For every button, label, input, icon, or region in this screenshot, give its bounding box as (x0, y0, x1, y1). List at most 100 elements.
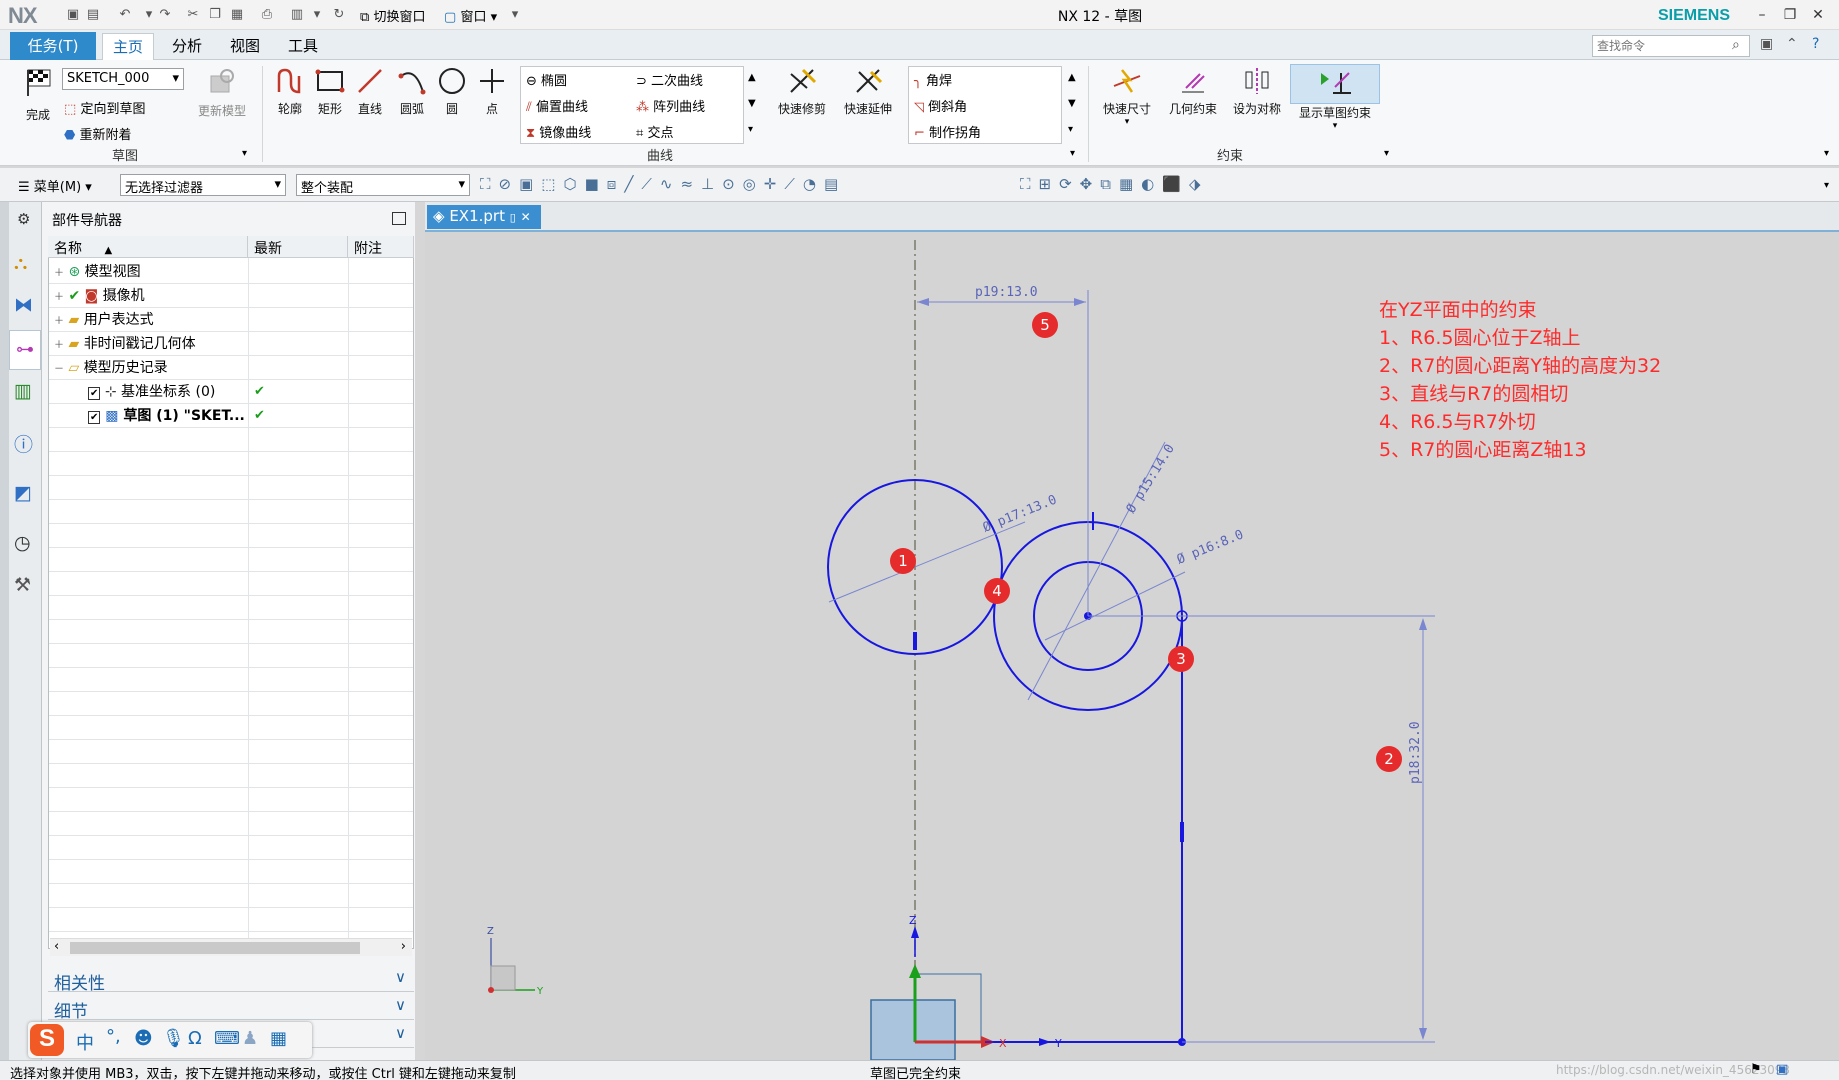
corner-scroll-down-icon[interactable]: ▼ (1068, 98, 1076, 109)
menu-button[interactable]: ☰ 菜单(M) ▾ (18, 176, 92, 195)
save-all-icon[interactable]: ▤ (84, 6, 102, 24)
punctuation-icon[interactable]: °, (106, 1026, 121, 1047)
document-tab-ex1[interactable]: ◈ EX1.prt ▯ ✕ (427, 205, 541, 229)
window-menu-button[interactable]: ▢ 窗口 ▾ (444, 6, 497, 25)
minimize-button[interactable]: – (1750, 4, 1774, 26)
pin-icon[interactable]: ▯ (510, 211, 516, 224)
keyboard-icon[interactable]: ⌨ (214, 1028, 240, 1049)
restore-button[interactable]: ❐ (1778, 4, 1802, 26)
close-button[interactable]: ✕ (1806, 4, 1830, 26)
tree-node-sketch[interactable]: ✔ ▩ 草图 (1) "SKET... (88, 404, 245, 428)
update-model-button[interactable]: 更新模型 (190, 66, 254, 119)
user-icon[interactable]: ♟ (242, 1028, 258, 1049)
switch-window-button[interactable]: ⧉ 切换窗口 (360, 6, 425, 25)
checkbox-checked-icon[interactable]: ✔ (88, 411, 101, 424)
column-header-uptodate[interactable]: 最新 (248, 236, 348, 258)
web-browser-icon[interactable]: ⓘ (14, 430, 33, 457)
paste-icon[interactable]: ▦ (228, 6, 246, 24)
quick-extend-button[interactable]: 快速延伸 (836, 66, 900, 117)
sogou-logo-icon[interactable]: S (30, 1024, 64, 1056)
intersection-point-button[interactable]: ⌗ 交点 (636, 122, 673, 141)
offset-curve-button[interactable]: ⫽ 偏置曲线 (526, 96, 588, 115)
corner-scroll-up-icon[interactable]: ▲ (1068, 72, 1076, 83)
type-filter-select[interactable]: 无选择过滤器 ▾ (120, 174, 286, 196)
quick-trim-button[interactable]: 快速修剪 (770, 66, 834, 117)
view-toolbar[interactable]: ⛶⊞⟳✥⧉▦◐⬛⬗ (1020, 175, 1208, 193)
copy-icon[interactable]: ❐ (206, 6, 224, 24)
print-icon[interactable]: ⎙ (258, 6, 276, 24)
orient-to-sketch-button[interactable]: ⬚ 定向到草图 (64, 98, 145, 117)
tree-horizontal-scrollbar[interactable]: ‹ › (50, 938, 412, 956)
microphone-icon[interactable]: 🎙 (162, 1028, 185, 1049)
scroll-left-icon[interactable]: ‹ (54, 939, 59, 954)
snap-point-toolbar[interactable]: ⛶⊘▣⬚⬡■⧈╱⟋∿≈⊥⊙◎✛⟋◔▤ (480, 175, 846, 193)
line-button[interactable]: 直线 (352, 66, 388, 117)
chamfer-button[interactable]: ◹ 倒斜角 (914, 96, 967, 115)
save-icon[interactable]: ▣ (64, 6, 82, 24)
ime-chinese-mode-button[interactable]: 中 (76, 1029, 94, 1055)
tree-node-cameras[interactable]: ＋ ✔ ◙ 摄像机 (54, 284, 145, 308)
redo-icon[interactable]: ↷ (156, 6, 174, 24)
constraint-navigator-icon[interactable]: ⧓ (14, 294, 33, 316)
tree-node-model-history[interactable]: － ▱ 模型历史记录 (54, 356, 168, 380)
tab-view[interactable]: 视图 (220, 33, 270, 60)
customize-dropdown-icon[interactable]: ▾ (506, 6, 524, 24)
arc-button[interactable]: 圆弧 (394, 66, 430, 117)
dependencies-panel-header[interactable]: 相关性 ∨ (48, 966, 414, 994)
column-header-comment[interactable]: 附注 (348, 236, 414, 258)
ribbon-options-icon[interactable]: ▣ (1760, 36, 1773, 52)
curve-group-more-icon[interactable]: ▾ (1070, 148, 1075, 159)
pattern-curve-button[interactable]: ⁂ 阵列曲线 (636, 96, 705, 115)
corner-expand-icon[interactable]: ▾ (1068, 124, 1073, 135)
toolbox-grid-icon[interactable]: ▦ (270, 1028, 287, 1049)
scrollbar-thumb[interactable] (70, 942, 360, 954)
status-window-icon[interactable]: ▣ (1776, 1062, 1788, 1077)
reattach-button[interactable]: ⬣ 重新附着 (64, 124, 132, 143)
collapse-ribbon-icon[interactable]: ⌃ (1786, 36, 1798, 52)
circle-button[interactable]: 圆 (434, 66, 470, 117)
cut-icon[interactable]: ✂ (184, 6, 202, 24)
history-icon[interactable]: ◩ (14, 482, 32, 504)
tree-node-user-expressions[interactable]: ＋ ▰ 用户表达式 (54, 308, 154, 332)
details-panel-header[interactable]: 细节 ∨ (48, 994, 414, 1022)
tab-analysis[interactable]: 分析 (162, 33, 212, 60)
layout-dropdown-icon[interactable]: ▾ (308, 6, 326, 24)
assembly-navigator-icon[interactable]: ⛬ (14, 252, 27, 274)
constraint-group-more-icon[interactable]: ▾ (1384, 148, 1389, 159)
mirror-curve-button[interactable]: ⧗ 镜像曲线 (526, 122, 591, 141)
finish-sketch-button[interactable]: 完成 (18, 66, 58, 123)
scroll-right-icon[interactable]: › (401, 939, 406, 954)
checkbox-checked-icon[interactable]: ✔ (88, 387, 101, 400)
undo-icon[interactable]: ↶ (116, 6, 134, 24)
reuse-library-icon[interactable]: ▥ (14, 380, 32, 402)
fillet-button[interactable]: ╮ 角焊 (914, 70, 952, 89)
close-tab-icon[interactable]: ✕ (521, 210, 531, 224)
tree-node-datum-csys[interactable]: ✔ ⊹ 基准坐标系 (0) (88, 380, 215, 404)
sketch-name-select[interactable]: SKETCH_000 ▾ (62, 68, 184, 90)
selection-scope-select[interactable]: 整个装配 ▾ (296, 174, 470, 196)
maximize-panel-icon[interactable] (392, 212, 406, 225)
ellipse-button[interactable]: ⊖ 椭圆 (526, 70, 567, 89)
gallery-scroll-down-icon[interactable]: ▼ (748, 98, 756, 109)
make-symmetric-button[interactable]: 设为对称 (1226, 66, 1288, 117)
command-search-input[interactable] (1592, 35, 1750, 57)
toolbar-options-icon[interactable]: ▾ (1824, 180, 1829, 191)
point-button[interactable]: 点 (474, 66, 510, 117)
tree-node-unused-geometry[interactable]: ＋ ▰ 非时间戳记几何体 (54, 332, 196, 356)
search-icon[interactable]: ⌕ (1732, 37, 1740, 53)
column-header-name[interactable]: 名称 ▲ (48, 236, 248, 258)
task-menu-button[interactable]: 任务(T) (10, 32, 96, 60)
tree-node-model-views[interactable]: ＋ ⊛ 模型视图 (54, 260, 141, 284)
special-char-icon[interactable]: Ω (188, 1028, 202, 1049)
profile-button[interactable]: 轮廓 (272, 66, 308, 117)
gallery-expand-icon[interactable]: ▾ (748, 124, 753, 135)
emoji-icon[interactable]: ☻ (134, 1028, 153, 1049)
sketch-group-more-icon[interactable]: ▾ (242, 148, 247, 159)
show-sketch-constraints-toggle[interactable] (1290, 64, 1380, 104)
tab-home[interactable]: 主页 (102, 33, 155, 60)
gear-icon[interactable]: ⚙ (17, 210, 30, 228)
tab-tools[interactable]: 工具 (278, 33, 328, 60)
status-flag-icon[interactable]: ⚑ (1750, 1062, 1762, 1077)
make-corner-button[interactable]: ⌐ 制作拐角 (914, 122, 981, 141)
help-icon[interactable]: ? (1812, 36, 1819, 52)
